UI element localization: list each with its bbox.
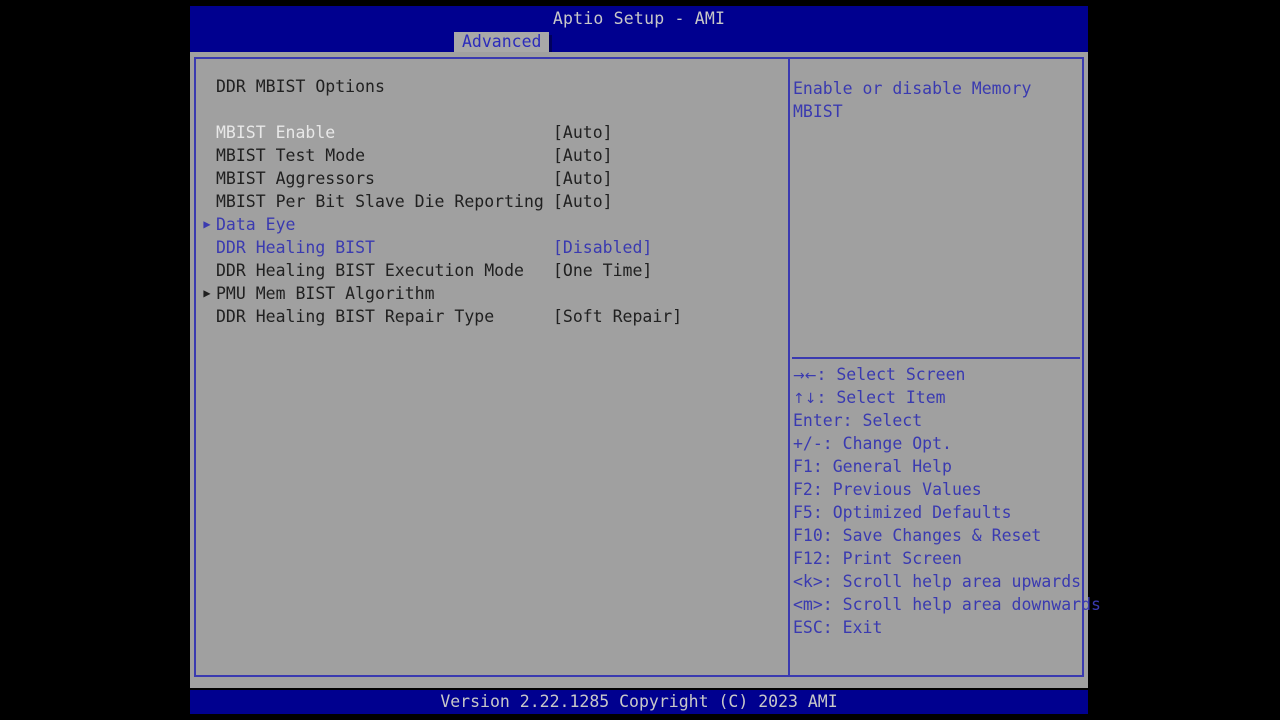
key-legend-text: F10: Save Changes & Reset [793,526,1042,545]
option-row[interactable]: ▶ PMU Mem BIST Algorithm [198,282,786,305]
option-value[interactable]: [Auto] [553,167,613,190]
submenu-arrow-icon: ▶ [203,217,211,231]
key-legend-text: Enter: Select [793,411,923,430]
option-row[interactable]: MBIST Per Bit Slave Die Reporting [Auto] [198,190,786,213]
key-legend-row: F1: General Help [792,455,1082,478]
key-legend-row: F10: Save Changes & Reset [792,524,1082,547]
key-legend-row: ESC: Exit [792,616,1082,639]
key-legend-row: F5: Optimized Defaults [792,501,1082,524]
key-legend-row: Enter: Select [792,409,1082,432]
option-row[interactable]: MBIST Enable [Auto] [198,121,786,144]
panel-vertical-divider [788,57,790,677]
option-value[interactable]: [Disabled] [553,236,652,259]
key-legend-text: <m>: Scroll help area downwards [793,595,1101,614]
help-pane: Enable or disable Memory MBIST [792,61,1080,353]
key-legend-text: F2: Previous Values [793,480,982,499]
section-title: DDR MBIST Options [216,77,385,96]
option-label: Data Eye [216,215,296,234]
key-legend-text: <k>: Scroll help area upwards [793,572,1082,591]
options-pane: DDR MBIST Options MBIST Enable [Auto] MBIS… [198,61,786,673]
option-row[interactable]: MBIST Aggressors [Auto] [198,167,786,190]
tab-advanced[interactable]: Advanced [454,32,550,52]
key-legend-row: <k>: Scroll help area upwards [792,570,1082,593]
option-value[interactable]: [One Time] [553,259,652,282]
option-label: MBIST Per Bit Slave Die Reporting [216,192,544,211]
arrow-keys-icon: ↑↓ [793,391,817,407]
option-value[interactable]: [Auto] [553,121,613,144]
option-label: DDR Healing BIST [216,238,375,257]
key-legend-text: F12: Print Screen [793,549,962,568]
option-value[interactable]: [Auto] [553,190,613,213]
option-row[interactable]: ▶ Data Eye [198,213,786,236]
option-label: MBIST Test Mode [216,146,366,165]
submenu-arrow-icon: ▶ [203,286,211,300]
option-label: DDR Healing BIST Execution Mode [216,261,524,280]
key-legend-pane: →←: Select Screen ↑↓: Select Item Enter: S… [792,363,1101,663]
option-value[interactable]: [Auto] [553,144,613,167]
key-legend-text: : Select Item [816,388,946,407]
footer-bar: Version 2.22.1285 Copyright (C) 2023 AMI [190,690,1088,714]
option-row[interactable]: DDR Healing BIST [Disabled] [198,236,786,259]
key-legend-row: →←: Select Screen [792,363,1082,386]
help-horizontal-divider [792,357,1080,359]
option-label: MBIST Enable [216,123,336,142]
options-list: MBIST Enable [Auto] MBIST Test Mode [Auto] M… [198,121,786,328]
key-legend-row: F12: Print Screen [792,547,1082,570]
key-legend-row: ↑↓: Select Item [792,386,1082,409]
key-legend-row: <m>: Scroll help area downwards [792,593,1101,616]
key-legend-text: F1: General Help [793,457,952,476]
key-legend-text: +/-: Change Opt. [793,434,952,453]
option-label: DDR Healing BIST Repair Type [216,307,495,326]
version-text: Version 2.22.1285 Copyright (C) 2023 AMI [440,692,838,711]
title-bar: Aptio Setup - AMI Advanced [190,6,1088,52]
option-label: PMU Mem BIST Algorithm [216,284,435,303]
key-legend-text: F5: Optimized Defaults [793,503,1012,522]
app-title: Aptio Setup - AMI [552,9,726,28]
key-legend-row: +/-: Change Opt. [792,432,1082,455]
help-description: Enable or disable Memory MBIST [793,79,1042,121]
key-legend-text: ESC: Exit [793,618,883,637]
option-label: MBIST Aggressors [216,169,375,188]
bios-setup-screen: Aptio Setup - AMI Advanced DDR MBIST Opt… [0,0,1280,720]
menu-tab-strip: Advanced [190,32,1088,52]
option-value[interactable]: [Soft Repair] [553,305,682,328]
option-row[interactable]: DDR Healing BIST Repair Type [Soft Repair… [198,305,786,328]
arrow-keys-icon: →← [793,368,817,384]
option-row[interactable]: DDR Healing BIST Execution Mode [One Time… [198,259,786,282]
key-legend-text: : Select Screen [816,365,966,384]
option-row[interactable]: MBIST Test Mode [Auto] [198,144,786,167]
key-legend-row: F2: Previous Values [792,478,1082,501]
